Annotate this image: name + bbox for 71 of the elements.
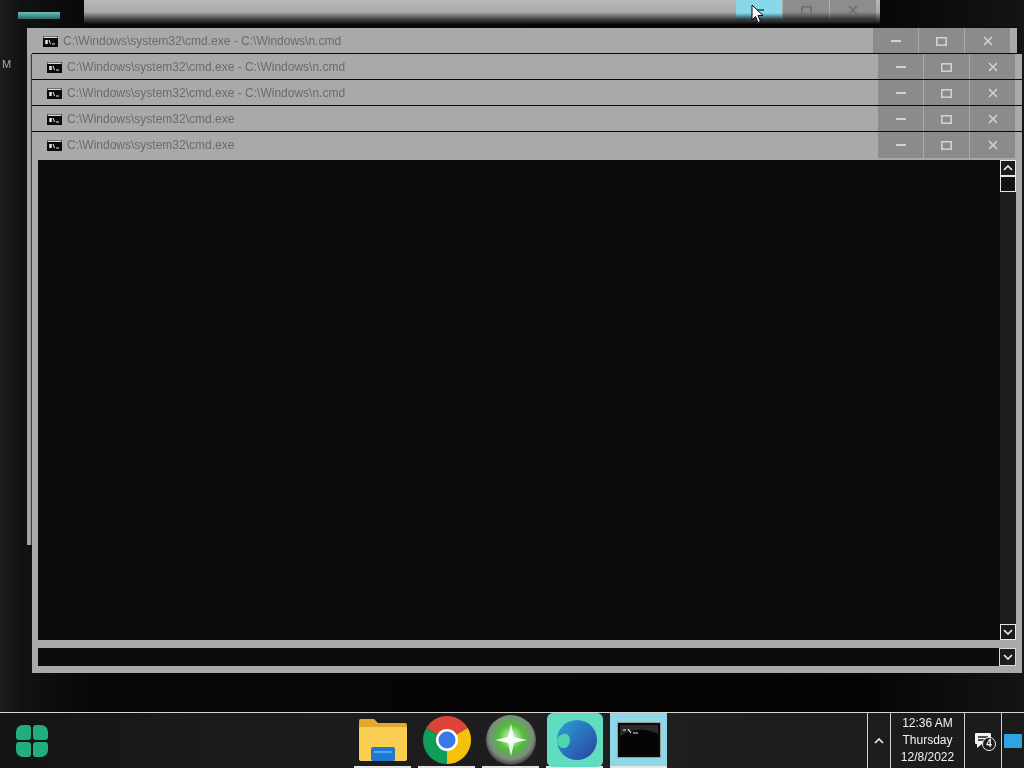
- browser-icon: [421, 714, 472, 765]
- close-icon: [987, 62, 998, 72]
- close-icon: [987, 88, 998, 98]
- taskbar-button[interactable]: [610, 713, 667, 768]
- orb-icon: [484, 713, 537, 766]
- terminal-icon: [47, 61, 62, 73]
- scroll-up-button[interactable]: [1000, 160, 1016, 176]
- maximize-button[interactable]: [919, 28, 964, 54]
- scrollbar-thumb[interactable]: [1000, 176, 1016, 192]
- maximize-icon: [800, 5, 812, 15]
- cursor-icon: [751, 4, 764, 24]
- minimize-icon: [895, 144, 906, 146]
- notification-badge: 4: [982, 737, 996, 751]
- clock-time[interactable]: 12:36 AM: [902, 715, 953, 732]
- maximize-icon: [941, 114, 952, 124]
- desktop-icon-label: M: [2, 58, 12, 71]
- close-button[interactable]: [965, 28, 1010, 54]
- maximize-icon: [936, 36, 947, 46]
- tile-icon: [1004, 733, 1022, 748]
- close-button[interactable]: [970, 106, 1015, 132]
- minimize-button[interactable]: [878, 80, 923, 106]
- close-icon: [848, 5, 858, 15]
- maximize-icon: [941, 88, 952, 98]
- maximize-icon: [941, 62, 952, 72]
- minimize-button[interactable]: [878, 106, 923, 132]
- taskbar-button[interactable]: [418, 713, 475, 768]
- taskbar-button[interactable]: [546, 713, 603, 768]
- maximize-button[interactable]: [924, 80, 969, 106]
- minimize-button[interactable]: [873, 28, 918, 54]
- terminal-icon: [43, 35, 58, 47]
- window-title: C:\Windows\system32\cmd.exe - C:\Windows\n.cmd: [67, 60, 346, 74]
- dropdown-button[interactable]: [999, 648, 1016, 666]
- clock-day[interactable]: Thursday: [902, 732, 953, 749]
- scroll-down-button[interactable]: [1000, 624, 1016, 640]
- clover-icon: [15, 723, 49, 758]
- maximize-button[interactable]: [924, 106, 969, 132]
- minimize-icon: [895, 66, 906, 68]
- terminal-icon: [616, 721, 661, 758]
- globe-icon: [546, 712, 603, 767]
- window-edge: [18, 12, 60, 19]
- folder-icon: [357, 717, 408, 762]
- clock-date[interactable]: 12/8/2022: [900, 749, 955, 766]
- show-desktop-button[interactable]: [1001, 713, 1024, 768]
- minimize-icon: [895, 118, 906, 120]
- chevron-up-icon: [874, 737, 884, 744]
- scrollbar-track[interactable]: [1000, 160, 1016, 640]
- window-title: C:\Windows\system32\cmd.exe - C:\Windows\n.cmd: [63, 34, 342, 48]
- close-button[interactable]: [970, 80, 1015, 106]
- title-bar[interactable]: [84, 0, 880, 24]
- minimize-icon: [890, 40, 901, 42]
- window-title: C:\Windows\system32\cmd.exe: [67, 112, 235, 126]
- close-button[interactable]: [830, 0, 876, 20]
- terminal-icon: [47, 139, 62, 151]
- close-icon: [987, 114, 998, 124]
- close-icon: [987, 140, 998, 150]
- window-title: C:\Windows\system32\cmd.exe: [67, 138, 235, 152]
- terminal-icon: [47, 87, 62, 99]
- close-button[interactable]: [970, 54, 1015, 80]
- maximize-button[interactable]: [924, 54, 969, 80]
- taskbar-button[interactable]: [482, 713, 539, 768]
- maximize-icon: [941, 140, 952, 150]
- close-icon: [982, 36, 993, 46]
- chevron-down-icon: [1002, 654, 1013, 660]
- input-field[interactable]: [38, 648, 999, 666]
- window-title: C:\Windows\system32\cmd.exe - C:\Windows\n.cmd: [67, 86, 346, 100]
- minimize-button[interactable]: [878, 54, 923, 80]
- chevron-down-icon: [1003, 629, 1013, 635]
- notifications-button[interactable]: 4: [964, 713, 1001, 768]
- minimize-icon: [895, 92, 906, 94]
- terminal-icon: [47, 113, 62, 125]
- chevron-up-icon: [1003, 165, 1013, 171]
